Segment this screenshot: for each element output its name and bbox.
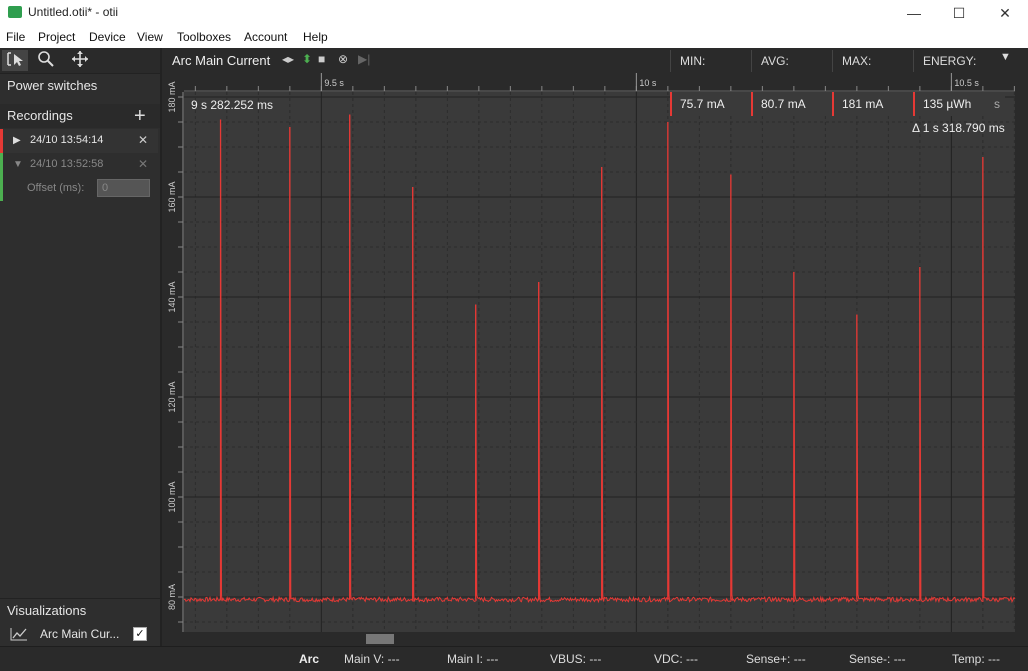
sidebar: Power switches Recordings + ▶ 24/10 13:5… [0,48,162,646]
separator [832,50,833,72]
chart-title: Arc Main Current [172,53,271,68]
plot-area: Arc Main Current ◂▸ ⬍ ■ ⊗ ▶| MIN: AVG: M… [162,48,1028,646]
energy-unit-suffix: s [994,97,1000,111]
y-tick-label: 120 mA [167,381,177,412]
y-tick-label: 180 mA [167,81,177,112]
visualization-item[interactable]: Arc Main Cur... ✓ [0,622,158,646]
energy-value: 135 µWh [923,97,972,111]
menu-account[interactable]: Account [244,30,287,44]
visualization-label: Arc Main Cur... [40,627,120,641]
title-bar: Untitled.otii* - otii — ☐ ✕ [0,0,1028,26]
chart-canvas [184,92,1015,632]
visualization-checkbox[interactable]: ✓ [133,627,147,641]
window-title: Untitled.otii* - otii [28,5,119,19]
max-marker [832,92,834,116]
min-label: MIN: [680,54,706,68]
y-tick-label: 140 mA [167,281,177,312]
otii-logo-icon [8,6,22,18]
status-temp: Temp: --- [952,652,1000,666]
close-button[interactable]: ✕ [982,0,1028,26]
recording-item[interactable]: ▶ 24/10 13:54:14 ✕ [0,129,158,153]
y-tick-label: 160 mA [167,181,177,212]
y-tick-label: 100 mA [167,481,177,512]
status-sense-plus: Sense+: --- [746,652,806,666]
chart-header: Arc Main Current ◂▸ ⬍ ■ ⊗ ▶| MIN: AVG: M… [162,48,1028,74]
menu-view[interactable]: View [137,30,163,44]
offset-input[interactable]: 0 [97,179,150,197]
status-vbus: VBUS: --- [550,652,602,666]
energy-marker [913,92,915,116]
horizontal-scrollbar-thumb[interactable] [366,634,394,644]
remove-recording-icon[interactable]: ✕ [138,133,148,147]
x-tick-label: 9.5 s [324,78,344,88]
step-forward-icon[interactable]: ▶| [358,52,370,66]
max-value: 181 mA [842,97,884,111]
menu-device[interactable]: Device [89,30,126,44]
x-tick-label: 10.5 s [954,78,979,88]
select-tool-icon[interactable] [2,50,28,71]
expand-vertical-icon[interactable]: ⬍ [302,52,312,66]
separator [913,50,914,72]
y-tick-label: 80 mA [167,584,177,610]
power-switches-header[interactable]: Power switches [0,74,160,98]
tool-row [0,48,160,74]
energy-label: ENERGY: [923,54,977,68]
close-circle-icon[interactable]: ⊗ [338,52,348,66]
recording-item[interactable]: ▼ 24/10 13:52:58 ✕ [0,153,158,177]
avg-label: AVG: [761,54,789,68]
cursor-time: 9 s 282.252 ms [191,98,274,112]
separator [751,50,752,72]
expand-arrow-icon[interactable]: ▶ [13,135,21,146]
add-recording-button[interactable]: + [134,104,146,128]
status-main-i: Main I: --- [447,652,499,666]
status-sense-minus: Sense-: --- [849,652,906,666]
line-chart-icon [10,628,27,641]
dropdown-arrow-icon[interactable]: ▼ [1000,51,1011,63]
menu-project[interactable]: Project [38,30,75,44]
min-value: 75.7 mA [680,97,725,111]
recording-color-strip [0,177,3,201]
expand-horizontal-icon[interactable]: ◂▸ [282,52,294,66]
visualizations-header: Visualizations [0,598,160,622]
minimize-button[interactable]: — [891,0,937,26]
zoom-tool-icon[interactable] [33,50,59,71]
status-vdc: VDC: --- [654,652,698,666]
stop-icon[interactable]: ■ [318,52,325,66]
avg-value: 80.7 mA [761,97,806,111]
status-device: Arc [299,652,320,666]
avg-marker [751,92,753,116]
status-main-v: Main V: --- [344,652,400,666]
recording-label: 24/10 13:54:14 [30,134,104,146]
selection-delta: Δ 1 s 318.790 ms [912,121,1005,135]
maximize-button[interactable]: ☐ [936,0,982,26]
offset-label: Offset (ms): [27,182,85,194]
remove-recording-icon[interactable]: ✕ [138,157,148,171]
menu-file[interactable]: File [6,30,25,44]
menu-bar: File Project Device View Toolboxes Accou… [0,26,1028,49]
separator [670,50,671,72]
stats-values-box: 75.7 mA 80.7 mA 181 mA 135 µWh s [670,92,1005,116]
x-tick-label: 10 s [639,78,657,88]
recording-label: 24/10 13:52:58 [30,158,104,170]
menu-help[interactable]: Help [303,30,328,44]
pan-tool-icon[interactable] [67,50,93,71]
menu-toolboxes[interactable]: Toolboxes [177,30,231,44]
collapse-arrow-icon[interactable]: ▼ [13,159,23,170]
max-label: MAX: [842,54,872,68]
current-chart[interactable]: 9.5 s 10 s 10.5 s 80 mA 100 mA 120 mA 140 mA 1… [162,73,1028,646]
min-marker [670,92,672,116]
status-bar: Arc Main V: --- Main I: --- VBUS: --- VD… [0,646,1028,671]
